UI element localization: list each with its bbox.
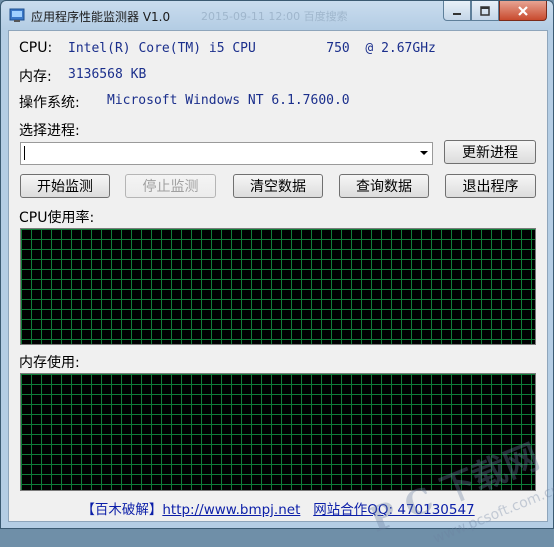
close-button[interactable] (499, 1, 547, 21)
process-select[interactable] (20, 142, 433, 165)
cpu-usage-graph (20, 228, 536, 345)
text-caret (24, 146, 25, 160)
window-title-ghost: 2015-09-11 12:00 百度搜索 (201, 10, 348, 23)
stop-monitor-button[interactable]: 停止监测 (125, 174, 216, 198)
memory-value: 3136568 KB (68, 67, 147, 82)
window-controls (443, 1, 547, 21)
cpu-usage-label: CPU使用率: (19, 210, 95, 226)
minimize-button[interactable] (443, 1, 471, 21)
maximize-button[interactable] (471, 1, 499, 21)
maximize-icon (480, 5, 490, 16)
start-monitor-button[interactable]: 开始监测 (20, 174, 110, 198)
minimize-icon (453, 12, 461, 15)
window-title: 应用程序性能监测器 V1.0 (31, 10, 171, 24)
app-window: 应用程序性能监测器 V1.0 2015-09-11 12:00 百度搜索 CPU… (0, 0, 554, 547)
memory-usage-label: 内存使用: (19, 355, 80, 371)
cpu-value: Intel(R) Core(TM) i5 CPU 750 @ 2.67GHz (68, 41, 436, 56)
os-value: Microsoft Windows NT 6.1.7600.0 (107, 93, 350, 108)
footer-brand: 【百木破解】 (81, 502, 163, 518)
title-bar[interactable]: 应用程序性能监测器 V1.0 2015-09-11 12:00 百度搜索 (1, 1, 553, 29)
close-icon (518, 5, 528, 16)
os-label: 操作系统: (19, 95, 80, 111)
client-area: CPU: Intel(R) Core(TM) i5 CPU 750 @ 2.67… (8, 30, 554, 547)
process-label: 选择进程: (19, 123, 80, 139)
chevron-down-icon[interactable] (420, 151, 428, 155)
app-icon (9, 8, 25, 22)
query-data-button[interactable]: 查询数据 (339, 174, 429, 198)
refresh-process-button[interactable]: 更新进程 (444, 140, 536, 164)
exit-program-button[interactable]: 退出程序 (445, 174, 536, 198)
clear-data-button[interactable]: 清空数据 (233, 174, 323, 198)
memory-label: 内存: (19, 69, 52, 85)
cpu-label: CPU: (19, 40, 53, 56)
footer-url-link[interactable]: http://www.bmpj.net (162, 502, 300, 518)
